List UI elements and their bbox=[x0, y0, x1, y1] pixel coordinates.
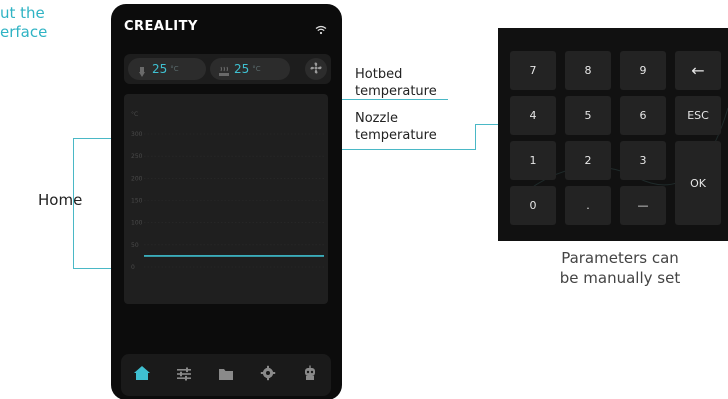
key-6[interactable]: 6 bbox=[620, 96, 666, 135]
heading-line-2: erface bbox=[0, 23, 48, 41]
nav-assistant[interactable] bbox=[297, 362, 323, 388]
nozzle-callout-line-end bbox=[475, 124, 498, 125]
nozzle-temperature-pill[interactable]: 25 °C bbox=[128, 58, 206, 80]
home-icon bbox=[133, 365, 151, 385]
hotbed-label-line-1: Hotbed bbox=[355, 67, 403, 82]
hotbed-label-line-2: temperature bbox=[355, 84, 437, 99]
brand-logo: CREALITY bbox=[124, 19, 198, 34]
key-7[interactable]: 7 bbox=[510, 51, 556, 90]
y-tick-label: 100 bbox=[131, 220, 143, 227]
nozzle-label-line-2: temperature bbox=[355, 128, 437, 143]
nav-files[interactable] bbox=[213, 362, 239, 388]
key-9[interactable]: 9 bbox=[620, 51, 666, 90]
y-tick-label: 0 bbox=[131, 264, 135, 271]
key-esc[interactable]: ESC bbox=[675, 96, 721, 135]
key-4[interactable]: 4 bbox=[510, 96, 556, 135]
key-0[interactable]: 0 bbox=[510, 186, 556, 225]
y-tick-label: 150 bbox=[131, 198, 143, 205]
y-tick-label: 300 bbox=[131, 131, 143, 138]
heading-line-1: ut the bbox=[0, 4, 45, 22]
temperature-status-row: 25 °C 25 °C bbox=[124, 54, 331, 84]
fan-icon bbox=[309, 60, 323, 79]
temperature-chart-svg: °C 300 250 200 150 100 50 0 bbox=[131, 111, 324, 271]
nav-home[interactable] bbox=[129, 362, 155, 388]
key-3[interactable]: 3 bbox=[620, 141, 666, 180]
y-tick-label: 50 bbox=[131, 242, 139, 249]
parameters-label-line-2: be manually set bbox=[559, 269, 681, 287]
wifi-icon[interactable] bbox=[315, 20, 327, 39]
key-2[interactable]: 2 bbox=[565, 141, 611, 180]
section-heading: ut the erface bbox=[0, 4, 47, 42]
key-1[interactable]: 1 bbox=[510, 141, 556, 180]
bottom-nav bbox=[121, 354, 331, 396]
key-minus[interactable]: — bbox=[620, 186, 666, 225]
hotbed-temperature-value: 25 bbox=[234, 62, 250, 76]
parameters-label: Parameters can be manually set bbox=[520, 248, 720, 288]
home-label: Home bbox=[38, 191, 83, 209]
hotbed-icon bbox=[218, 63, 230, 76]
chart-unit-label: °C bbox=[131, 111, 138, 118]
hotbed-temperature-label: Hotbed temperature bbox=[355, 66, 437, 100]
key-decimal[interactable]: . bbox=[565, 186, 611, 225]
home-callout-line-top bbox=[73, 138, 111, 139]
nozzle-temperature-value: 25 bbox=[152, 62, 168, 76]
nozzle-callout-line-rise bbox=[475, 124, 476, 150]
key-backspace[interactable]: ← bbox=[675, 51, 721, 90]
key-5[interactable]: 5 bbox=[565, 96, 611, 135]
fan-button[interactable] bbox=[305, 58, 327, 80]
temperature-chart: °C 300 250 200 150 100 50 0 bbox=[124, 94, 328, 304]
sliders-icon bbox=[176, 366, 192, 385]
y-tick-label: 250 bbox=[131, 153, 143, 160]
nozzle-label-line-1: Nozzle bbox=[355, 111, 398, 126]
y-tick-label: 200 bbox=[131, 175, 143, 182]
nozzle-temperature-label: Nozzle temperature bbox=[355, 110, 437, 144]
robot-icon bbox=[302, 365, 318, 385]
gear-icon bbox=[260, 365, 276, 385]
hotbed-temperature-unit: °C bbox=[252, 65, 261, 73]
nozzle-icon bbox=[136, 63, 148, 77]
numeric-keypad: 7 8 9 ← 4 5 6 ESC 1 2 3 OK 0 . — bbox=[498, 28, 728, 241]
nozzle-temperature-unit: °C bbox=[170, 65, 179, 73]
printer-screen: CREALITY 25 °C 25 °C °C 300 250 200 150 … bbox=[111, 4, 342, 399]
key-8[interactable]: 8 bbox=[565, 51, 611, 90]
hotbed-temperature-pill[interactable]: 25 °C bbox=[210, 58, 290, 80]
nav-controls[interactable] bbox=[171, 362, 197, 388]
parameters-label-line-1: Parameters can bbox=[561, 249, 679, 267]
home-callout-line-bottom bbox=[73, 268, 111, 269]
key-ok[interactable]: OK bbox=[675, 141, 721, 225]
nav-settings[interactable] bbox=[255, 362, 281, 388]
folder-icon bbox=[218, 366, 234, 385]
